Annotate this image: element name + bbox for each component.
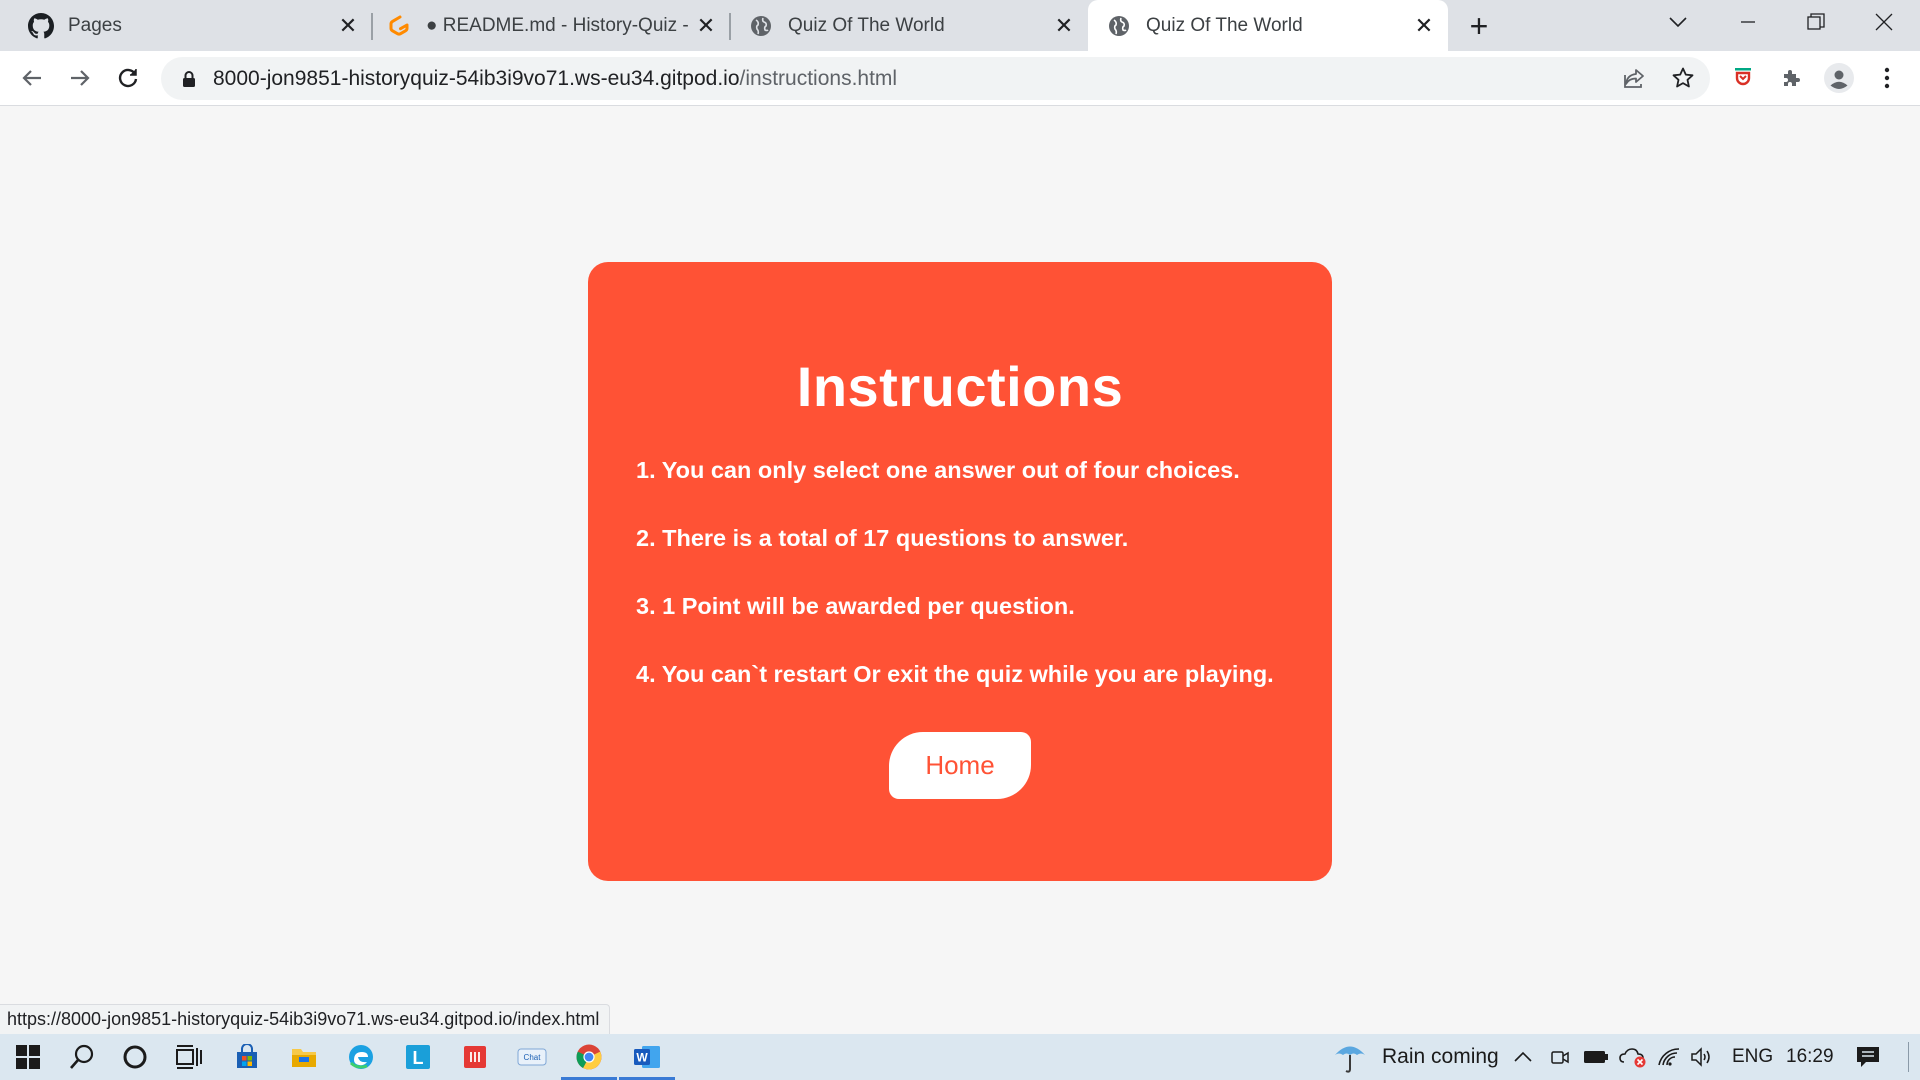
notifications-icon[interactable] [1855, 1034, 1881, 1080]
rule-item: 2. There is a total of 17 questions to a… [636, 525, 1129, 551]
close-window-icon[interactable] [1854, 0, 1914, 44]
bookmark-star-icon[interactable] [1664, 59, 1702, 97]
chrome-icon[interactable] [561, 1034, 617, 1080]
wifi-icon[interactable] [1657, 1034, 1681, 1080]
lock-icon[interactable] [179, 70, 199, 88]
word-icon[interactable]: W [619, 1034, 675, 1080]
share-icon[interactable] [1615, 59, 1653, 97]
task-view-icon[interactable] [161, 1034, 217, 1080]
tab-title: Pages [68, 14, 122, 36]
extensions-puzzle-icon[interactable] [1772, 59, 1810, 97]
url-text: 8000-jon9851-historyquiz-54ib3i9vo71.ws-… [213, 67, 897, 91]
search-icon[interactable] [54, 1034, 110, 1080]
show-desktop-divider[interactable] [1908, 1042, 1909, 1072]
link-status-bubble: https://8000-jon9851-historyquiz-54ib3i9… [0, 1004, 611, 1034]
volume-icon[interactable] [1690, 1034, 1716, 1080]
microsoft-store-icon[interactable] [219, 1034, 275, 1080]
tab-readme[interactable]: ● README.md - History-Quiz - G ✕ [372, 0, 730, 51]
forward-arrow-icon[interactable] [61, 59, 99, 97]
cortana-icon[interactable] [107, 1034, 163, 1080]
tab-search-icon[interactable] [1648, 0, 1708, 44]
file-explorer-icon[interactable] [276, 1034, 332, 1080]
umbrella-icon [1332, 1039, 1368, 1075]
tab-title: ● README.md - History-Quiz - G [426, 14, 692, 36]
windows-start-icon[interactable] [0, 1034, 56, 1080]
url-path: /instructions.html [739, 66, 898, 90]
page-title: Instructions [796, 355, 1124, 418]
minimize-icon[interactable] [1718, 0, 1778, 44]
browser-tab-strip: Pages ✕ ● README.md - History-Quiz - G ✕… [0, 0, 1920, 51]
language-indicator[interactable]: ENG [1732, 1034, 1773, 1080]
battery-icon[interactable] [1583, 1034, 1609, 1080]
close-tab-icon[interactable]: ✕ [692, 12, 720, 40]
restore-icon[interactable] [1786, 0, 1846, 44]
close-tab-icon[interactable]: ✕ [1050, 12, 1078, 40]
new-tab-button[interactable]: + [1462, 8, 1496, 44]
svg-text:W: W [636, 1051, 648, 1065]
clock[interactable]: 16:29 [1786, 1034, 1834, 1080]
tab-title: Quiz Of The World [1146, 14, 1303, 36]
instructions-card: Instructions 1. You can only select one … [588, 262, 1332, 881]
red-app-icon[interactable] [447, 1034, 503, 1080]
shield-extension-icon[interactable] [1724, 59, 1762, 97]
profile-avatar-icon[interactable] [1820, 59, 1858, 97]
page-viewport: Instructions 1. You can only select one … [0, 106, 1920, 1034]
address-bar[interactable]: 8000-jon9851-historyquiz-54ib3i9vo71.ws-… [161, 57, 1710, 100]
meet-now-camera-icon[interactable] [1550, 1034, 1570, 1080]
tab-pages[interactable]: Pages ✕ [0, 0, 372, 51]
browser-toolbar: 8000-jon9851-historyquiz-54ib3i9vo71.ws-… [0, 51, 1920, 106]
close-tab-icon[interactable]: ✕ [1410, 12, 1438, 40]
svg-text:Chat: Chat [524, 1053, 542, 1062]
edge-icon[interactable] [333, 1034, 389, 1080]
tab-quiz-1[interactable]: Quiz Of The World ✕ [730, 0, 1088, 51]
rules-list: 1. You can only select one answer out of… [636, 456, 1274, 728]
weather-widget[interactable]: Rain coming [1332, 1034, 1499, 1080]
rule-item: 1. You can only select one answer out of… [636, 457, 1240, 483]
weather-text: Rain coming [1382, 1045, 1499, 1068]
url-host: 8000-jon9851-historyquiz-54ib3i9vo71.ws-… [213, 66, 740, 90]
github-icon [28, 12, 54, 39]
windows-taskbar: L Chat W Rain coming ENG 16:29 [0, 1034, 1920, 1080]
chat-app-icon[interactable]: Chat [504, 1034, 560, 1080]
rule-item: 4. You can`t restart Or exit the quiz wh… [636, 661, 1274, 687]
globe-icon [1106, 13, 1132, 39]
show-hidden-icons-chevron-icon[interactable] [1514, 1034, 1532, 1080]
close-tab-icon[interactable]: ✕ [334, 12, 362, 40]
tab-quiz-active[interactable]: Quiz Of The World ✕ [1088, 0, 1448, 51]
menu-kebab-icon[interactable] [1868, 59, 1906, 97]
learning-app-icon[interactable]: L [390, 1034, 446, 1080]
onedrive-error-icon[interactable] [1619, 1034, 1647, 1080]
tab-title: Quiz Of The World [788, 14, 945, 36]
gitpod-icon [386, 13, 412, 39]
back-arrow-icon[interactable] [13, 59, 51, 97]
svg-text:L: L [413, 1048, 424, 1068]
home-button[interactable]: Home [889, 732, 1031, 799]
rule-item: 3. 1 Point will be awarded per question. [636, 593, 1075, 619]
reload-icon[interactable] [109, 59, 147, 97]
globe-icon [748, 13, 774, 39]
